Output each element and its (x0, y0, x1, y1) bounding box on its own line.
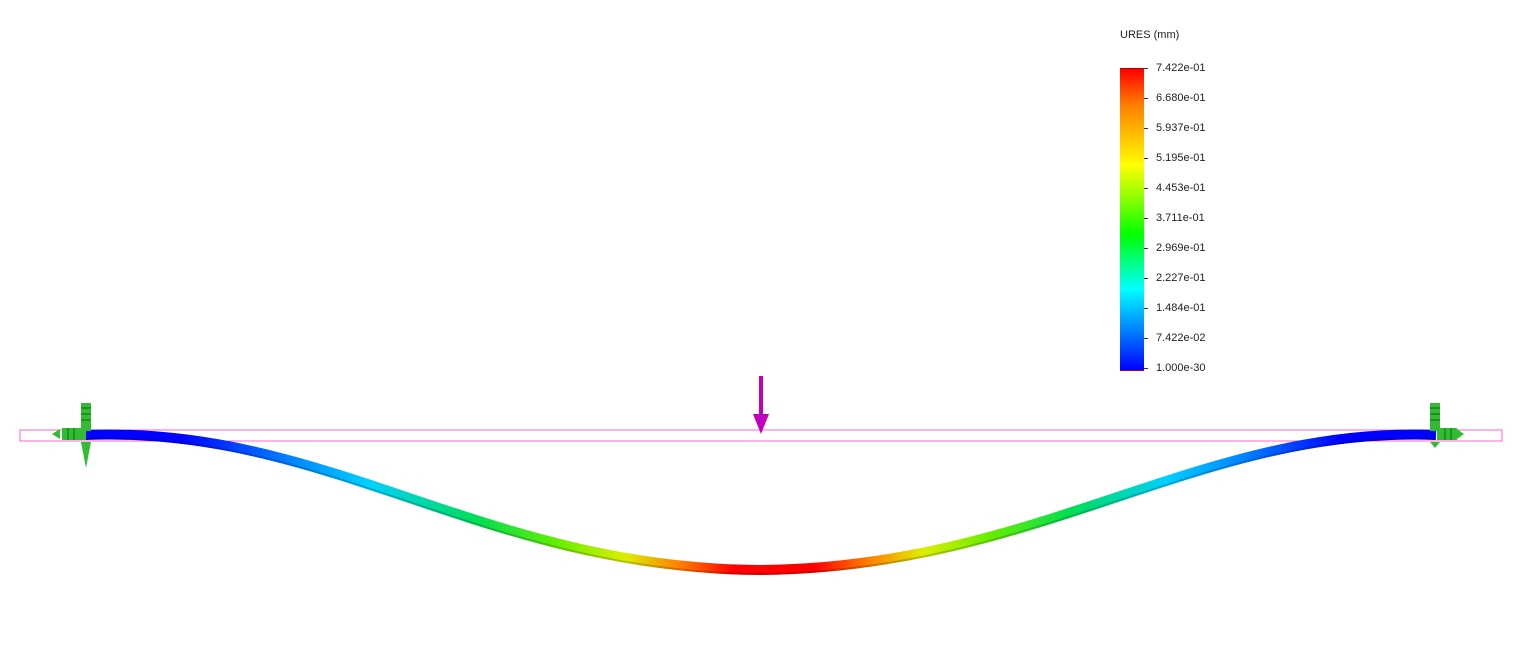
legend-tick (1144, 248, 1148, 249)
legend-label: 6.680e-01 (1156, 92, 1206, 104)
legend-tick (1144, 218, 1148, 219)
legend-title: URES (mm) (1120, 29, 1180, 41)
legend-tick (1144, 308, 1148, 309)
result-viewport[interactable]: URES (mm) 7.422e-01 6.680e-01 5.937e-01 5.1… (0, 0, 1517, 665)
legend-label: 5.937e-01 (1156, 122, 1206, 134)
load-arrow-icon (753, 376, 769, 434)
legend-label: 7.422e-01 (1156, 62, 1206, 74)
legend-label: 2.969e-01 (1156, 242, 1206, 254)
legend-label: 7.422e-02 (1156, 332, 1206, 344)
legend-label: 1.000e-30 (1156, 362, 1206, 374)
fixed-support-left-icon (52, 403, 91, 468)
legend-color-bar (1120, 68, 1144, 371)
legend-tick (1144, 278, 1148, 279)
deformed-beam (84, 429, 1437, 576)
legend-tick (1144, 158, 1148, 159)
legend-tick (1144, 98, 1148, 99)
legend-tick (1144, 368, 1148, 369)
legend-tick (1144, 338, 1148, 339)
legend-label: 5.195e-01 (1156, 152, 1206, 164)
legend-tick (1144, 188, 1148, 189)
legend-label: 4.453e-01 (1156, 182, 1206, 194)
legend-tick (1144, 68, 1148, 69)
legend-label: 3.711e-01 (1156, 212, 1205, 224)
legend-label: 1.484e-01 (1156, 302, 1206, 314)
legend-tick (1144, 128, 1148, 129)
legend-label: 2.227e-01 (1156, 272, 1206, 284)
beam-plot (19, 376, 1503, 576)
